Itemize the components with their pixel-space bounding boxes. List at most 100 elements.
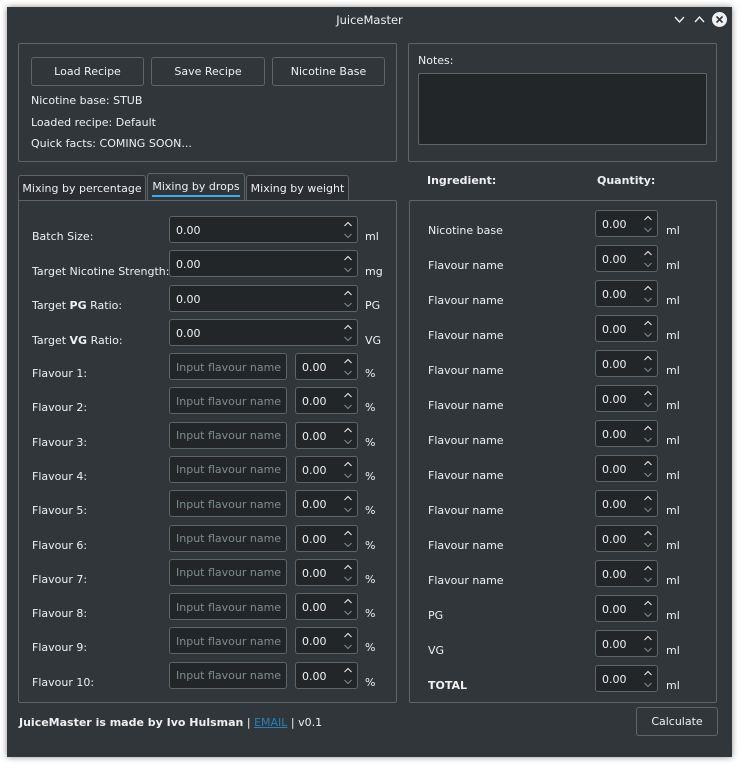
spin-arrows-icon[interactable] xyxy=(643,458,653,480)
spin-arrows-icon[interactable] xyxy=(343,425,353,447)
result-quantity-spinbox[interactable]: 0.00 xyxy=(595,350,658,377)
result-quantity-spinbox[interactable]: 0.00 xyxy=(595,210,658,237)
flavour-name-input[interactable] xyxy=(169,387,287,415)
flavour-name-input[interactable] xyxy=(169,455,287,483)
flavour-percent-spinbox[interactable]: 0.00 xyxy=(295,421,358,449)
result-quantity-unit: ml xyxy=(666,609,680,622)
flavour-percent-spinbox[interactable]: 0.00 xyxy=(295,490,358,518)
save-recipe-button[interactable]: Save Recipe xyxy=(151,57,265,86)
spin-arrows-icon[interactable] xyxy=(343,630,353,652)
close-icon[interactable] xyxy=(712,12,727,27)
result-quantity-unit: ml xyxy=(666,434,680,447)
flavour-name-input[interactable] xyxy=(169,524,287,552)
flavour-name-field[interactable] xyxy=(176,496,286,513)
spin-arrows-icon[interactable] xyxy=(643,388,653,410)
result-quantity-spinbox[interactable]: 0.00 xyxy=(595,560,658,587)
spin-arrows-icon[interactable] xyxy=(343,459,353,481)
result-quantity-spinbox[interactable]: 0.00 xyxy=(595,280,658,307)
nicotine-base-button[interactable]: Nicotine Base xyxy=(272,57,385,86)
flavour-percent-spinbox[interactable]: 0.00 xyxy=(295,661,358,689)
flavour-name-field[interactable] xyxy=(176,359,286,375)
spin-arrows-icon[interactable] xyxy=(643,633,653,655)
result-quantity-spinbox[interactable]: 0.00 xyxy=(595,665,658,692)
spin-arrows-icon[interactable] xyxy=(343,596,353,618)
flavour-percent-value: 0.00 xyxy=(302,635,327,649)
spin-arrows-icon[interactable] xyxy=(643,493,653,515)
flavour-percent-spinbox[interactable]: 0.00 xyxy=(295,593,358,621)
spin-arrows-icon[interactable] xyxy=(643,563,653,585)
tab-mixing-by-weight[interactable]: Mixing by weight xyxy=(246,175,349,201)
result-quantity-unit: ml xyxy=(666,504,680,517)
flavour-name-field[interactable] xyxy=(176,461,286,478)
flavour-name-field[interactable] xyxy=(176,667,286,684)
flavour-name-field[interactable] xyxy=(176,427,286,444)
tab-mixing-by-drops[interactable]: Mixing by drops xyxy=(147,173,245,201)
spin-arrows-icon[interactable] xyxy=(343,528,353,550)
pg-ratio-spinbox[interactable]: 0.00 xyxy=(169,285,358,312)
flavour-name-field[interactable] xyxy=(176,599,286,616)
flavour-name-input[interactable] xyxy=(169,490,287,518)
flavour-percent-spinbox[interactable]: 0.00 xyxy=(295,524,358,552)
flavour-percent-unit: % xyxy=(365,435,376,449)
spin-arrows-icon[interactable] xyxy=(643,528,653,550)
spin-arrows-icon[interactable] xyxy=(643,353,653,375)
result-quantity-spinbox[interactable]: 0.00 xyxy=(595,385,658,412)
spin-arrows-icon[interactable] xyxy=(643,283,653,305)
flavour-name-field[interactable] xyxy=(176,633,286,650)
load-recipe-button[interactable]: Load Recipe xyxy=(31,57,144,86)
spin-arrows-icon[interactable] xyxy=(343,665,353,687)
spin-arrows-icon[interactable] xyxy=(343,562,353,584)
result-quantity-value: 0.00 xyxy=(602,253,627,266)
chevron-down-icon[interactable] xyxy=(672,12,687,27)
spin-arrows-icon[interactable] xyxy=(643,598,653,620)
flavour-name-field[interactable] xyxy=(176,530,286,547)
result-quantity-spinbox[interactable]: 0.00 xyxy=(595,420,658,447)
result-quantity-spinbox[interactable]: 0.00 xyxy=(595,595,658,622)
flavour-percent-spinbox[interactable]: 0.00 xyxy=(295,558,358,586)
result-quantity-spinbox[interactable]: 0.00 xyxy=(595,490,658,517)
result-quantity-spinbox[interactable]: 0.00 xyxy=(595,630,658,657)
email-link[interactable]: EMAIL xyxy=(254,716,287,729)
flavour-percent-unit: % xyxy=(365,538,376,552)
spin-arrows-icon[interactable] xyxy=(343,493,353,515)
flavour-name-field[interactable] xyxy=(176,564,286,581)
vg-ratio-unit: VG xyxy=(365,334,382,347)
title-bar[interactable]: JuiceMaster xyxy=(7,7,732,32)
flavour-name-field[interactable] xyxy=(176,393,286,410)
spin-arrows-icon[interactable] xyxy=(343,288,353,310)
result-quantity-spinbox[interactable]: 0.00 xyxy=(595,315,658,342)
spin-arrows-icon[interactable] xyxy=(643,318,653,340)
spin-arrows-icon[interactable] xyxy=(343,322,353,344)
nicotine-strength-spinbox[interactable]: 0.00 xyxy=(169,250,358,277)
notes-textarea[interactable] xyxy=(418,73,707,145)
flavour-percent-spinbox[interactable]: 0.00 xyxy=(295,455,358,483)
spin-arrows-icon[interactable] xyxy=(643,248,653,270)
flavour-name-input[interactable] xyxy=(169,661,287,689)
spin-arrows-icon[interactable] xyxy=(643,668,653,690)
flavour-label: Flavour 2: xyxy=(32,401,88,415)
spin-arrows-icon[interactable] xyxy=(343,356,353,378)
tab-mixing-by-percentage[interactable]: Mixing by percentage xyxy=(18,175,146,201)
spin-arrows-icon[interactable] xyxy=(343,390,353,412)
spin-arrows-icon[interactable] xyxy=(343,253,353,275)
chevron-up-icon[interactable] xyxy=(692,12,707,27)
flavour-percent-spinbox[interactable]: 0.00 xyxy=(295,627,358,655)
flavour-name-input[interactable] xyxy=(169,627,287,655)
flavour-name-input[interactable] xyxy=(169,421,287,449)
flavour-percent-spinbox[interactable]: 0.00 xyxy=(295,353,358,380)
result-quantity-value: 0.00 xyxy=(602,463,627,476)
batch-size-spinbox[interactable]: 0.00 xyxy=(169,216,358,243)
flavour-name-input[interactable] xyxy=(169,593,287,621)
result-quantity-spinbox[interactable]: 0.00 xyxy=(595,245,658,272)
flavour-name-input[interactable] xyxy=(169,353,287,380)
result-ingredient-name: Flavour name xyxy=(428,434,504,447)
flavour-name-input[interactable] xyxy=(169,558,287,586)
result-quantity-spinbox[interactable]: 0.00 xyxy=(595,525,658,552)
spin-arrows-icon[interactable] xyxy=(643,423,653,445)
result-quantity-spinbox[interactable]: 0.00 xyxy=(595,455,658,482)
calculate-button[interactable]: Calculate xyxy=(636,707,718,736)
spin-arrows-icon[interactable] xyxy=(643,213,653,235)
vg-ratio-spinbox[interactable]: 0.00 xyxy=(169,319,358,346)
flavour-percent-spinbox[interactable]: 0.00 xyxy=(295,387,358,415)
spin-arrows-icon[interactable] xyxy=(343,219,353,241)
